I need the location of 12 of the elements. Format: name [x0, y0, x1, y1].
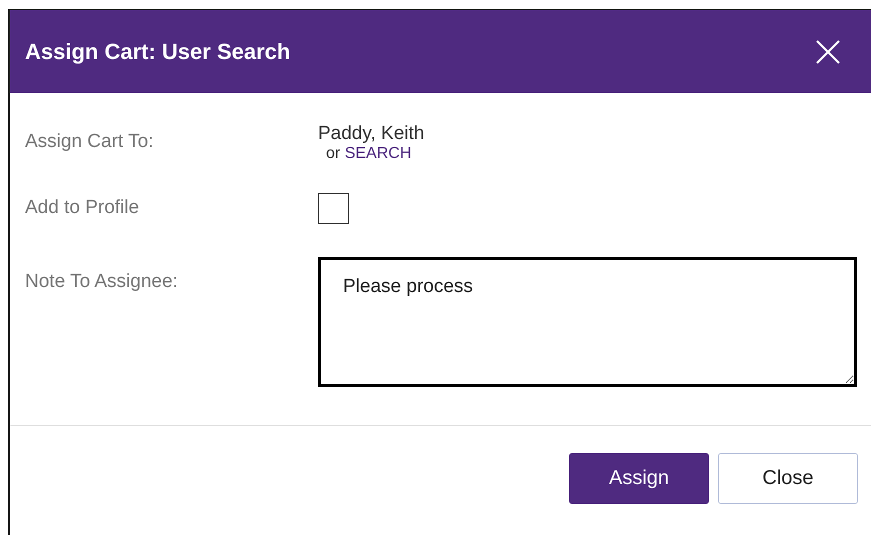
close-icon[interactable] [815, 38, 841, 64]
search-link[interactable]: SEARCH [344, 145, 412, 162]
checkbox[interactable] [318, 193, 349, 224]
assign-button[interactable]: Assign [569, 453, 709, 504]
assignee-name: Paddy, Keith [318, 123, 426, 145]
field-label: Add to Profile [25, 197, 140, 219]
field-label: Assign Cart To: [25, 131, 154, 153]
or-text: or [326, 145, 340, 162]
close-button[interactable]: Close [718, 453, 858, 504]
note-field[interactable]: Please process [318, 257, 857, 387]
field-label: Note To Assignee: [25, 271, 179, 293]
dialog-title: Assign Cart: User Search [25, 38, 290, 64]
